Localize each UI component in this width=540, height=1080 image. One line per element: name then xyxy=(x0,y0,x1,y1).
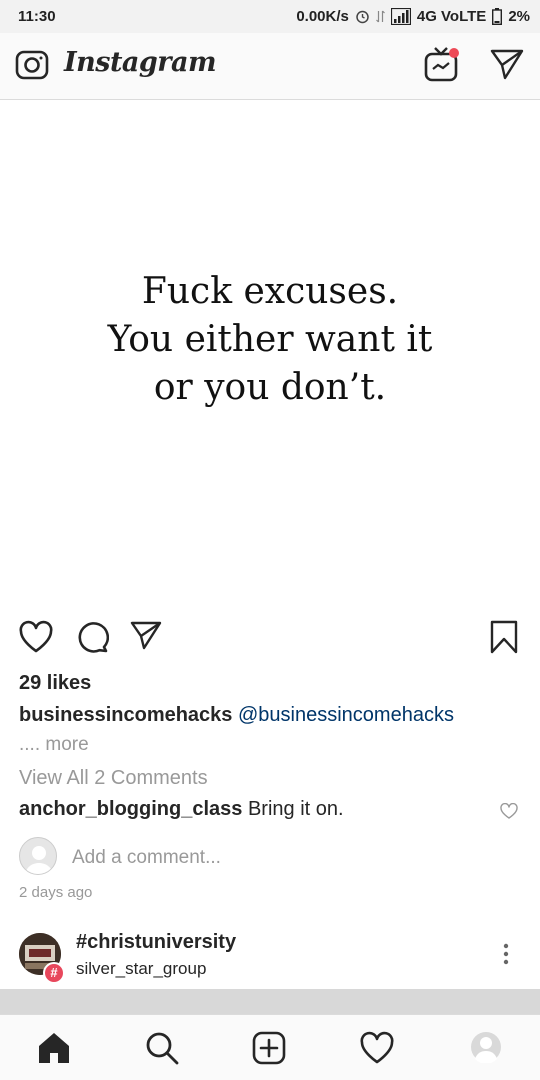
app-logo: Instagram xyxy=(64,47,217,78)
more-options-icon[interactable] xyxy=(500,942,512,971)
next-post-hashtag[interactable]: #christuniversity xyxy=(76,931,236,954)
post-quote: Fuck excuses. You either want it or you … xyxy=(0,268,540,412)
quote-line-2: You either want it xyxy=(107,319,433,360)
quote-line-3: or you don’t. xyxy=(153,367,387,408)
profile-avatar-icon[interactable] xyxy=(470,1031,502,1068)
new-post-icon[interactable] xyxy=(252,1031,286,1070)
comment-like-heart-icon[interactable] xyxy=(500,802,518,824)
notification-dot xyxy=(449,48,459,58)
search-icon[interactable] xyxy=(145,1031,179,1070)
network-speed: 0.00K/s xyxy=(296,8,349,25)
add-comment-row[interactable]: Add a comment... xyxy=(19,837,519,877)
next-post-image[interactable] xyxy=(0,989,540,1014)
signal-icon xyxy=(390,8,411,25)
comment-row: anchor_blogging_class Bring it on. xyxy=(19,798,344,821)
view-comments-link[interactable]: View All 2 Comments xyxy=(19,767,208,790)
next-post-header: # #christuniversity silver_star_group xyxy=(0,925,540,989)
post-actions xyxy=(0,620,540,660)
user-avatar xyxy=(19,837,57,875)
bookmark-icon[interactable] xyxy=(489,620,519,659)
battery-level: 2% xyxy=(508,8,530,25)
post-caption: businessincomehacks @businessincomehacks xyxy=(19,704,454,727)
comment-icon[interactable] xyxy=(75,620,110,659)
status-bar: 11:30 0.00K/s 4G VoLTE 2% xyxy=(0,0,540,33)
network-type: 4G VoLTE xyxy=(416,8,487,25)
caption-username[interactable]: businessincomehacks xyxy=(19,704,232,726)
alarm-icon xyxy=(355,9,370,24)
app-header: Instagram xyxy=(0,33,540,100)
next-post-username[interactable]: silver_star_group xyxy=(76,959,206,979)
direct-message-icon[interactable] xyxy=(490,48,524,85)
caption-mention[interactable]: @businessincomehacks xyxy=(238,704,454,726)
bottom-nav xyxy=(0,1014,540,1080)
status-time: 11:30 xyxy=(18,8,56,25)
likes-count[interactable]: 29 likes xyxy=(19,672,91,695)
post-timestamp: 2 days ago xyxy=(19,884,93,901)
caption-more-link[interactable]: .... more xyxy=(19,734,89,756)
hashtag-badge: # xyxy=(43,962,65,984)
add-comment-input[interactable]: Add a comment... xyxy=(72,847,221,869)
activity-heart-icon[interactable] xyxy=(359,1031,395,1070)
quote-line-1: Fuck excuses. xyxy=(141,271,399,312)
share-icon[interactable] xyxy=(130,620,162,655)
comment-text: Bring it on. xyxy=(247,798,344,820)
status-right: 0.00K/s 4G VoLTE 2% xyxy=(296,8,530,25)
camera-icon[interactable] xyxy=(15,48,49,87)
home-icon[interactable] xyxy=(37,1031,71,1070)
comment-username[interactable]: anchor_blogging_class xyxy=(19,798,242,820)
battery-icon xyxy=(492,8,503,25)
data-arrows-icon xyxy=(375,9,385,24)
like-heart-icon[interactable] xyxy=(18,620,54,659)
